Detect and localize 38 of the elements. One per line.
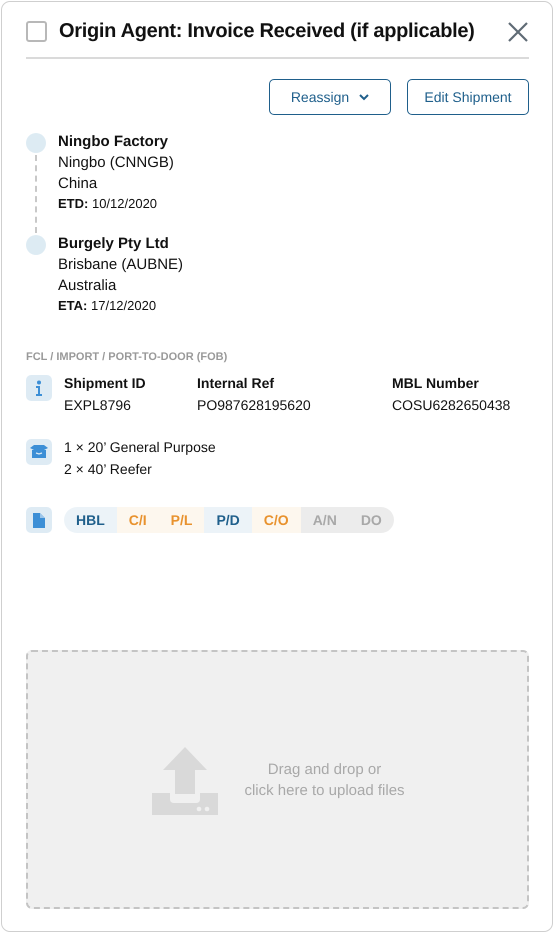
- location-country: China: [58, 175, 98, 192]
- task-title: Origin Agent: Invoice Received (if applicable): [59, 20, 476, 43]
- detail-value: PO987628195620: [197, 397, 312, 413]
- container-line: 1 × 20’ General Purpose: [64, 439, 216, 455]
- detail-value: COSU6282650438: [392, 397, 510, 413]
- document-tag[interactable]: A/N: [300, 507, 349, 533]
- route-dot: [26, 133, 46, 153]
- document-tag[interactable]: HBL: [64, 507, 117, 533]
- upload-dropzone[interactable]: Drag and drop or click here to upload files: [26, 650, 529, 909]
- upload-hint: click here to upload files: [244, 782, 405, 798]
- document-tag[interactable]: P/L: [158, 507, 204, 533]
- document-tag[interactable]: DO: [348, 507, 394, 533]
- location-city: Ningbo (CNNGB): [58, 154, 175, 171]
- location-date: ETA: 17/12/2020: [58, 298, 158, 313]
- document-icon: [26, 507, 52, 533]
- document-tag[interactable]: C/I: [116, 507, 159, 533]
- info-icon: [26, 375, 52, 401]
- location-city: Brisbane (AUBNE): [58, 256, 184, 273]
- document-tag[interactable]: P/D: [204, 507, 252, 533]
- detail-label: MBL Number: [392, 375, 480, 391]
- location-name: Ningbo Factory: [58, 133, 170, 150]
- detail-label: Internal Ref: [197, 375, 276, 391]
- location-name: Burgely Pty Ltd: [58, 235, 170, 252]
- shipment-mode: FCL / IMPORT / PORT-TO-DOOR (FOB): [26, 351, 228, 363]
- route-dot: [26, 235, 46, 255]
- location-country: Australia: [58, 277, 118, 294]
- detail-label: Shipment ID: [64, 375, 147, 391]
- box-icon: [26, 439, 52, 465]
- location-date: ETD: 10/12/2020: [58, 196, 158, 211]
- upload-hint: Drag and drop or: [268, 760, 382, 778]
- checkbox[interactable]: [26, 21, 47, 42]
- container-line: 2 × 40’ Reefer: [64, 461, 153, 477]
- action-button[interactable]: Edit Shipment: [407, 79, 529, 115]
- chevron-down-icon: [359, 94, 370, 100]
- close-icon[interactable]: [507, 20, 529, 42]
- action-button[interactable]: Reassign: [269, 79, 391, 115]
- detail-value: EXPL8796: [64, 397, 132, 413]
- document-tag[interactable]: C/O: [252, 507, 301, 533]
